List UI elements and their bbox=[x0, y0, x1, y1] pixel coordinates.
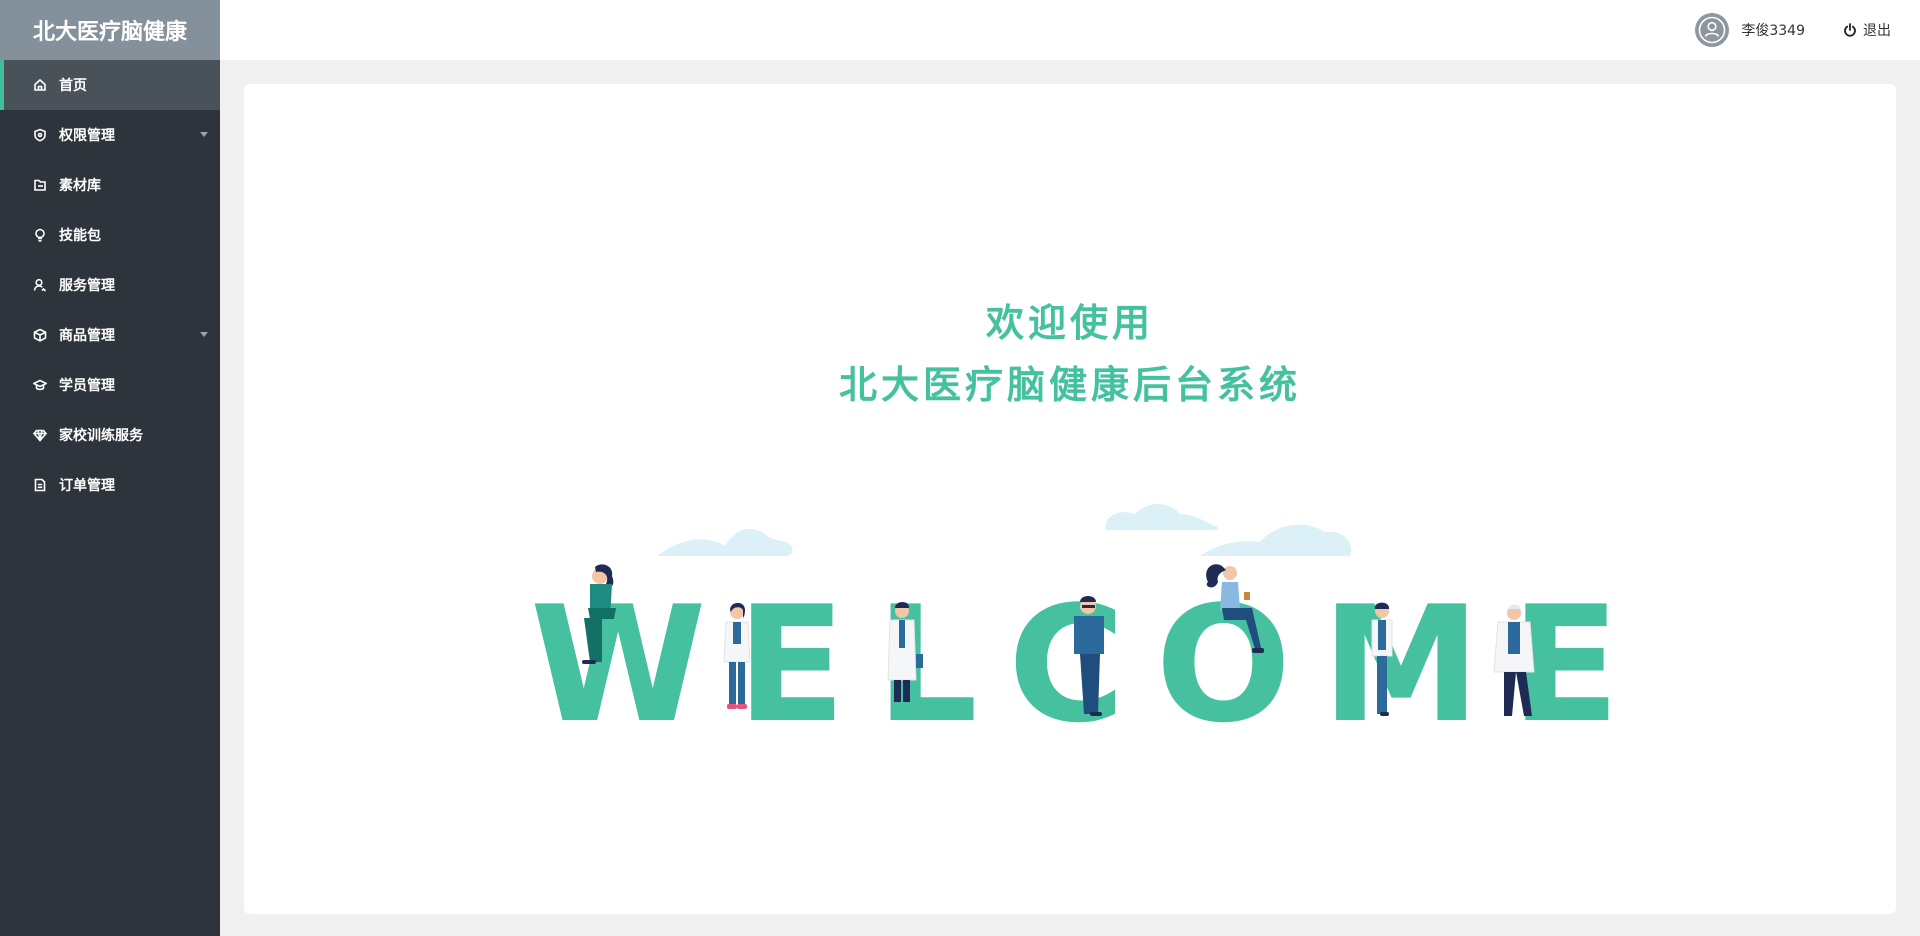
sidebar-item-services[interactable]: 服务管理 bbox=[0, 260, 220, 310]
sidebar-item-home-school-training[interactable]: 家校训练服务 bbox=[0, 410, 220, 460]
sidebar-item-products[interactable]: 商品管理 bbox=[0, 310, 220, 360]
sidebar-item-permissions[interactable]: 权限管理 bbox=[0, 110, 220, 160]
sidebar-item-label: 技能包 bbox=[59, 228, 101, 244]
folder-icon bbox=[33, 178, 47, 192]
welcome-heading: 欢迎使用 bbox=[985, 301, 1154, 345]
cloud-right-1 bbox=[1105, 503, 1219, 530]
sidebar-item-label: 素材库 bbox=[59, 178, 101, 194]
welcome-banner: WELCOME bbox=[530, 571, 1620, 758]
user-avatar-icon bbox=[1695, 13, 1730, 47]
graduation-cap-icon bbox=[33, 378, 47, 392]
main-content-card: 欢迎使用 北大医疗脑健康后台系统 WELCOME bbox=[244, 84, 1896, 914]
box-icon bbox=[33, 328, 47, 342]
chevron-down-icon bbox=[200, 332, 208, 337]
user-service-icon bbox=[33, 278, 47, 292]
sidebar-item-label: 订单管理 bbox=[59, 478, 115, 494]
sidebar-item-skills[interactable]: 技能包 bbox=[0, 210, 220, 260]
sidebar-item-home[interactable]: 首页 bbox=[0, 60, 220, 110]
power-icon bbox=[1843, 23, 1857, 37]
user-menu[interactable]: 李俊3349 bbox=[1695, 13, 1805, 47]
cloud-left bbox=[657, 528, 793, 556]
sidebar-item-materials[interactable]: 素材库 bbox=[0, 160, 220, 210]
shield-icon bbox=[33, 128, 47, 142]
logout-button[interactable]: 退出 bbox=[1843, 20, 1891, 40]
sidebar-item-label: 首页 bbox=[59, 78, 87, 94]
sidebar-item-label: 服务管理 bbox=[59, 278, 115, 294]
system-name-heading: 北大医疗脑健康后台系统 bbox=[838, 363, 1301, 407]
sidebar-item-students[interactable]: 学员管理 bbox=[0, 360, 220, 410]
chevron-down-icon bbox=[200, 132, 208, 137]
logout-label: 退出 bbox=[1863, 23, 1891, 39]
sidebar-item-label: 家校训练服务 bbox=[59, 428, 143, 444]
cloud-right-2 bbox=[1200, 524, 1352, 556]
sidebar-item-label: 权限管理 bbox=[59, 128, 115, 144]
sidebar-menu: 首页 权限管理 素材库 技能包 服务管理 商品管理 学员管理 家校训练服务 订单… bbox=[0, 60, 220, 510]
bulb-icon bbox=[33, 228, 47, 242]
top-bar: 李俊3349 退出 bbox=[220, 0, 1920, 60]
username-label: 李俊3349 bbox=[1741, 23, 1805, 39]
welcome-illustration: WELCOME bbox=[530, 503, 1620, 758]
document-icon bbox=[33, 478, 47, 492]
sidebar: 北大医疗脑健康 首页 权限管理 素材库 技能包 服务管理 商品管理 学员管理 家… bbox=[0, 0, 220, 936]
sidebar-item-label: 商品管理 bbox=[59, 328, 115, 344]
home-icon bbox=[33, 78, 47, 92]
brand-title: 北大医疗脑健康 bbox=[0, 0, 220, 60]
sidebar-item-label: 学员管理 bbox=[59, 378, 115, 394]
sidebar-item-orders[interactable]: 订单管理 bbox=[0, 460, 220, 510]
diamond-icon bbox=[33, 428, 47, 442]
banner-text: WELCOME bbox=[530, 571, 1620, 758]
